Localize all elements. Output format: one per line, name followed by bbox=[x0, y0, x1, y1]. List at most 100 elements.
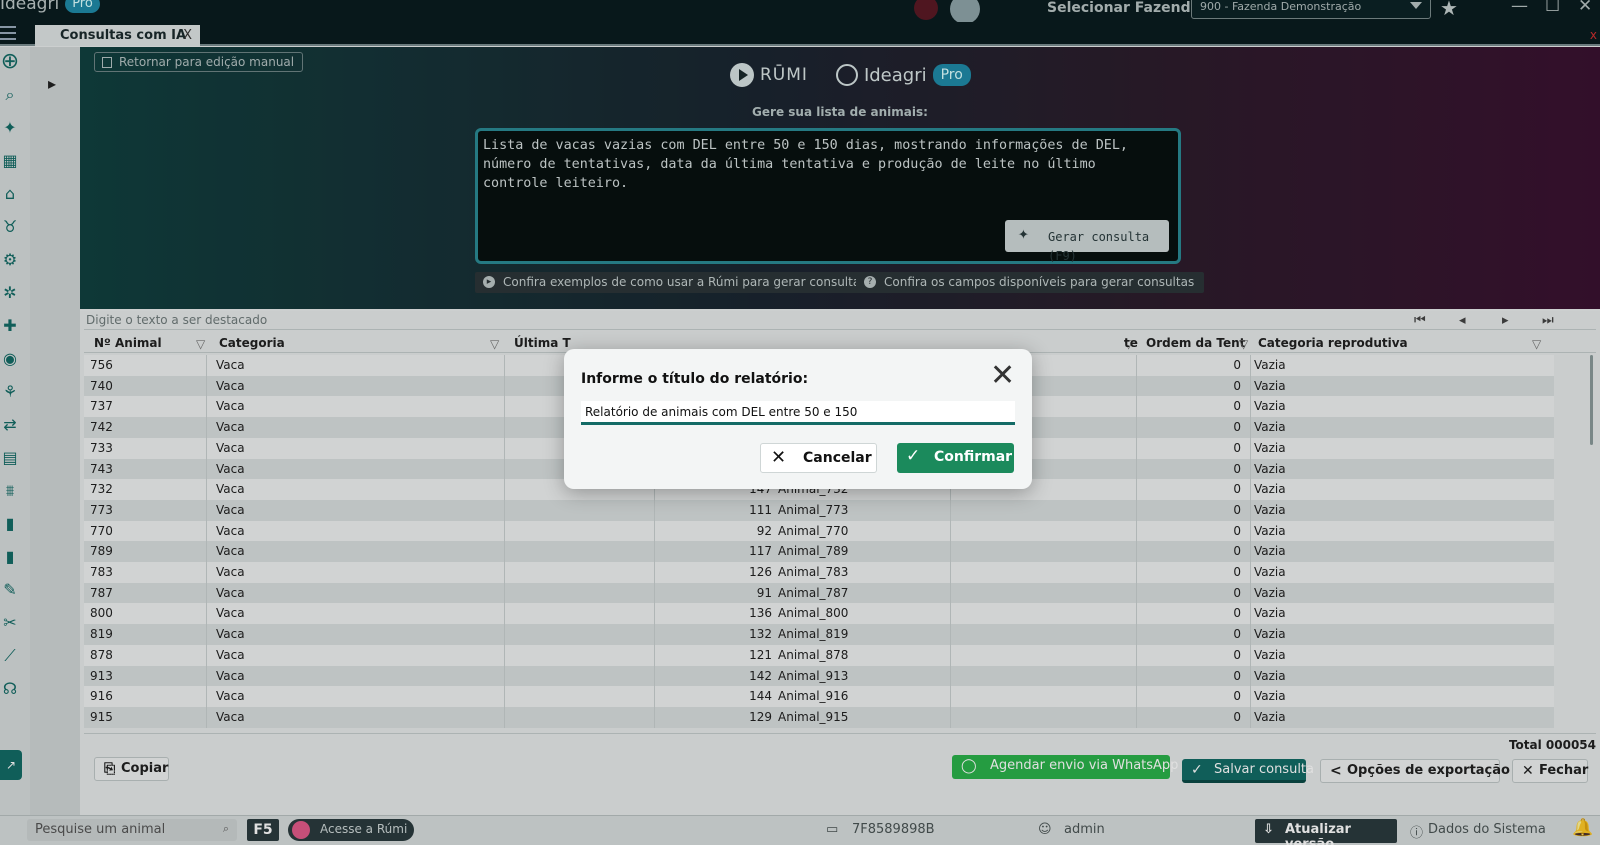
table-row[interactable]: 770 Vaca 92 Animal_770 0 Vazia bbox=[84, 520, 1554, 542]
return-manual-edit-button[interactable]: Retornar para edição manual bbox=[94, 52, 304, 72]
syringe-icon[interactable]: ✎ bbox=[0, 580, 20, 600]
cloud-sync-icon[interactable] bbox=[950, 0, 980, 24]
fields-link[interactable]: ? Confira os campos disponíveis para ger… bbox=[856, 272, 1205, 293]
barn-icon[interactable]: ⩩ bbox=[0, 481, 20, 501]
column-divider bbox=[504, 355, 505, 728]
close-icon[interactable]: ✕ bbox=[990, 361, 1015, 391]
table-cell-num: 742 bbox=[90, 420, 113, 435]
cancel-button[interactable]: ✕ Cancelar bbox=[760, 443, 877, 473]
sidebar-panel bbox=[30, 47, 80, 815]
whatsapp-schedule-button[interactable]: ◯ Agendar envio via WhatsApp bbox=[952, 755, 1178, 779]
col-header[interactable]: Ordem da Tent bbox=[1146, 336, 1245, 350]
dialog-title: Informe o título do relatório: bbox=[581, 371, 809, 387]
col-header[interactable]: Última T bbox=[514, 336, 571, 350]
copy-button[interactable]: ⎘ Copiar bbox=[94, 757, 169, 781]
table-row[interactable]: 783 Vaca 126 Animal_783 0 Vazia bbox=[84, 562, 1554, 583]
table-cell-cat: Vaca bbox=[216, 565, 245, 579]
confirm-button[interactable]: ✓ Confirmar bbox=[897, 443, 1014, 473]
generate-query-button[interactable]: ✦ Gerar consulta (F9) bbox=[1005, 220, 1169, 263]
tractor-icon[interactable]: ⚘ bbox=[0, 382, 20, 402]
fields-label: Confira os campos disponíveis para gerar… bbox=[884, 275, 1195, 289]
table-row[interactable]: 915 Vaca 129 Animal_915 0 Vazia bbox=[84, 706, 1554, 728]
table-cell-cat: Vaca bbox=[216, 627, 245, 642]
table-cell-rep: Vazia bbox=[1254, 378, 1286, 393]
report-title-input[interactable] bbox=[581, 401, 1015, 425]
table-cell-num: 737 bbox=[90, 399, 113, 414]
table-cell-num: 789 bbox=[90, 544, 113, 559]
system-data-link[interactable]: Dados do Sistema bbox=[1428, 822, 1546, 837]
table-row[interactable]: 773 Vaca 111 Animal_773 0 Vazia bbox=[84, 499, 1554, 521]
prev-page-icon[interactable]: ◂ bbox=[1459, 313, 1466, 328]
maximize-icon[interactable]: ☐ bbox=[1545, 0, 1560, 16]
table-row[interactable]: 878 Vaca 121 Animal_878 0 Vazia bbox=[84, 644, 1554, 666]
table-cell-name: Animal_789 bbox=[778, 544, 849, 559]
col-header[interactable]: Nº Animal bbox=[94, 336, 162, 350]
play-icon: ▸ bbox=[483, 276, 495, 288]
access-rumi-button[interactable]: Acesse a Rúmi bbox=[288, 819, 414, 841]
star-icon[interactable]: ★ bbox=[1440, 0, 1458, 20]
filter-icon[interactable]: ▽ bbox=[1532, 337, 1541, 351]
chart-icon[interactable]: ⟋ bbox=[0, 646, 20, 666]
update-version-button[interactable]: ⇩ Atualizar versão bbox=[1255, 819, 1397, 845]
calculator-icon[interactable]: ▤ bbox=[0, 448, 20, 468]
highlight-filter-input[interactable]: Digite o texto a ser destacado ⏮ ◂ ▸ ⏭ bbox=[84, 311, 1596, 330]
tab-bar: Consultas com IA X x bbox=[0, 22, 1600, 46]
report-icon[interactable]: ▮ bbox=[0, 547, 20, 567]
table-row[interactable]: 787 Vaca 91 Animal_787 0 Vazia bbox=[84, 582, 1554, 604]
document-icon[interactable]: ▮ bbox=[0, 514, 20, 534]
filter-icon[interactable]: ▽ bbox=[196, 337, 205, 351]
table-cell-del: 117 bbox=[749, 544, 772, 559]
col-header-label: Categoria bbox=[219, 336, 285, 350]
animal-search-input[interactable]: Pesquise um animal ⌕ bbox=[27, 819, 237, 841]
gear-icon[interactable]: ⚙ bbox=[0, 250, 20, 270]
menu-icon[interactable] bbox=[0, 26, 16, 40]
external-link-icon[interactable]: ↗ bbox=[0, 750, 22, 780]
table-row[interactable]: 913 Vaca 142 Animal_913 0 Vazia bbox=[84, 665, 1554, 687]
close-button[interactable]: ✕ Fechar bbox=[1512, 759, 1588, 783]
tools-icon[interactable]: ✂ bbox=[0, 613, 20, 633]
prompt-textarea[interactable]: Lista de vacas vazias com DEL entre 50 e… bbox=[475, 128, 1181, 264]
examples-link[interactable]: ▸ Confira exemplos de como usar a Rúmi p… bbox=[475, 272, 877, 293]
close-all-tabs-icon[interactable]: x bbox=[1590, 28, 1597, 42]
filter-icon[interactable]: ▽ bbox=[490, 337, 499, 351]
herd-icon[interactable]: ⌂ bbox=[0, 184, 20, 204]
genetics-icon[interactable]: ✲ bbox=[0, 283, 20, 303]
dashboard-icon[interactable]: ▦ bbox=[0, 151, 20, 171]
farm-select[interactable]: 900 - Fazenda Demonstração bbox=[1191, 0, 1431, 19]
f5-button[interactable]: F5 bbox=[247, 819, 279, 841]
add-icon[interactable]: ⊕ bbox=[0, 51, 20, 73]
table-row[interactable]: 789 Vaca 117 Animal_789 0 Vazia bbox=[84, 541, 1554, 563]
expand-sidebar-icon[interactable]: ▸ bbox=[48, 74, 56, 93]
minimize-icon[interactable]: — bbox=[1511, 0, 1528, 16]
next-page-icon[interactable]: ▸ bbox=[1502, 313, 1509, 328]
cow-icon[interactable]: ♉ bbox=[0, 217, 20, 237]
support-icon[interactable]: ☊ bbox=[0, 679, 20, 699]
col-header[interactable]: te bbox=[1124, 336, 1138, 350]
table-row[interactable]: 916 Vaca 144 Animal_916 0 Vazia bbox=[84, 686, 1554, 708]
tab-close-button[interactable]: X bbox=[183, 28, 192, 43]
export-options-button[interactable]: < Opções de exportação bbox=[1320, 759, 1510, 783]
table-cell-name: Animal_819 bbox=[778, 627, 849, 642]
monitor-icon: ▭ bbox=[826, 822, 839, 837]
save-file-icon[interactable] bbox=[914, 0, 938, 20]
table-cell-ord: 0 bbox=[1233, 482, 1241, 497]
col-header[interactable]: Categoria reprodutiva bbox=[1258, 336, 1408, 350]
close-window-icon[interactable]: ✕ bbox=[1578, 0, 1592, 16]
table-row[interactable]: 819 Vaca 132 Animal_819 0 Vazia bbox=[84, 624, 1554, 646]
table-cell-del: 91 bbox=[756, 585, 772, 600]
health-icon[interactable]: ✚ bbox=[0, 316, 20, 336]
tab-consultas-ia[interactable]: Consultas com IA X bbox=[35, 25, 200, 46]
export-label: Opções de exportação bbox=[1347, 763, 1510, 778]
save-query-button[interactable]: ✓ Salvar consulta bbox=[1182, 759, 1314, 783]
transfer-icon[interactable]: ⇄ bbox=[0, 415, 20, 435]
table-row[interactable]: 800 Vaca 136 Animal_800 0 Vazia bbox=[84, 603, 1554, 625]
milk-icon[interactable]: ◉ bbox=[0, 349, 20, 369]
filter-icon[interactable]: ▽ bbox=[1239, 337, 1248, 351]
vertical-scrollbar[interactable] bbox=[1590, 355, 1593, 445]
col-header[interactable]: Categoria bbox=[219, 336, 285, 350]
search-icon[interactable]: ⌕ bbox=[0, 85, 20, 105]
bell-icon[interactable]: 🔔 bbox=[1572, 818, 1593, 838]
last-page-icon[interactable]: ⏭ bbox=[1542, 313, 1554, 328]
first-page-icon[interactable]: ⏮ bbox=[1414, 313, 1426, 328]
sparkle-icon[interactable]: ✦ bbox=[0, 118, 20, 138]
